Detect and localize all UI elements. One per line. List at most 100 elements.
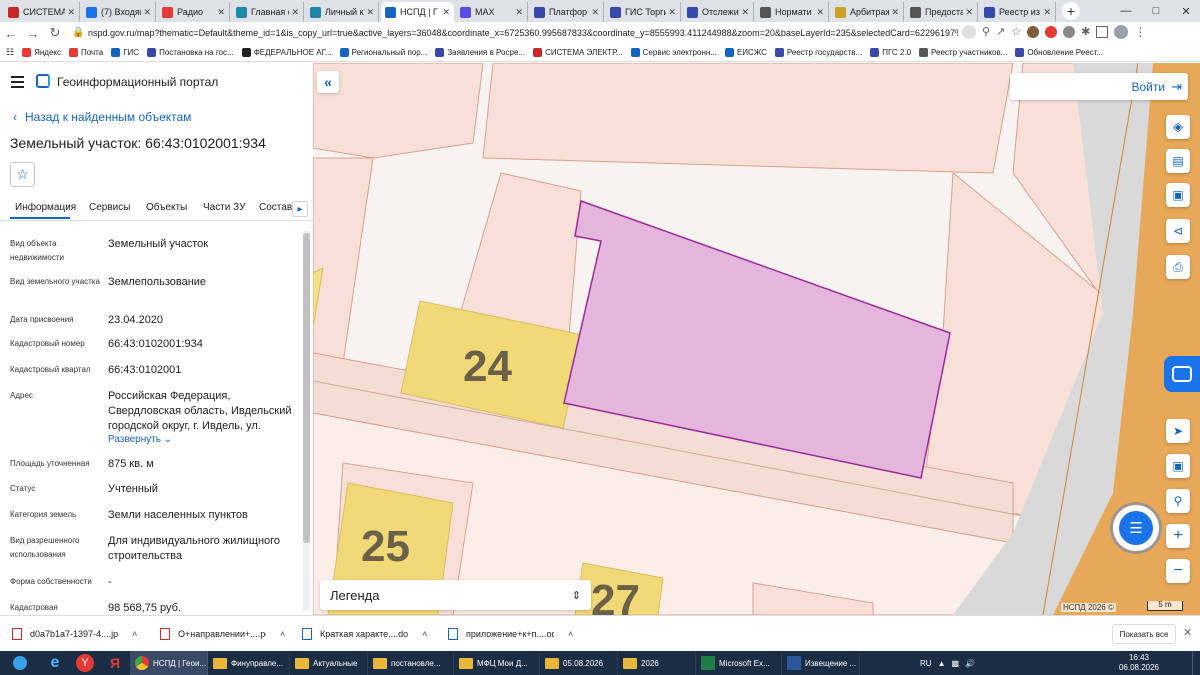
- collapse-panel-button[interactable]: «: [317, 71, 339, 93]
- minimize-button[interactable]: —: [1112, 0, 1140, 22]
- search-location-button[interactable]: ⚲: [1166, 489, 1190, 513]
- yandex-icon[interactable]: Y: [70, 654, 100, 672]
- close-tab-icon[interactable]: ✕: [291, 7, 299, 18]
- taskbar-app[interactable]: Microsoft Ex...: [696, 651, 782, 675]
- ie-icon[interactable]: e: [40, 654, 70, 672]
- browser-tab[interactable]: Арбитраж ✕: [831, 2, 904, 22]
- browser-tab[interactable]: (7) Входящ✕: [82, 2, 156, 22]
- share-button[interactable]: ⊲: [1166, 219, 1190, 243]
- bookmark-item[interactable]: Почта: [68, 48, 103, 57]
- download-options-icon[interactable]: ˄: [422, 629, 427, 639]
- bookmark-item[interactable]: Сервис электронн...: [630, 48, 717, 57]
- browser-tab[interactable]: Личный к ✕: [306, 2, 379, 22]
- info-tab[interactable]: Части ЗУ: [203, 202, 245, 213]
- favorite-star-button[interactable]: ☆: [10, 162, 35, 187]
- bookmark-item[interactable]: Реестр участников...: [919, 48, 1007, 57]
- close-tab-icon[interactable]: ✕: [442, 7, 450, 18]
- tabs-scroll-right-button[interactable]: ▸: [292, 201, 308, 217]
- show-desktop-button[interactable]: [1192, 651, 1200, 675]
- extensions-puzzle-icon[interactable]: ✱: [1081, 25, 1090, 39]
- taskbar-app[interactable]: 05.08.2026: [540, 651, 618, 675]
- bookmark-star-icon[interactable]: ☆: [1011, 25, 1021, 39]
- start-button[interactable]: [0, 651, 40, 675]
- close-tab-icon[interactable]: ✕: [515, 7, 523, 18]
- close-tab-icon[interactable]: ✕: [591, 7, 599, 18]
- close-window-button[interactable]: ✕: [1172, 0, 1200, 22]
- download-options-icon[interactable]: ˄: [568, 629, 573, 639]
- select-area-button[interactable]: ▣: [1166, 183, 1190, 207]
- expand-address-link[interactable]: Развернуть ⌄: [108, 434, 172, 445]
- bookmark-item[interactable]: Обновление Реест...: [1015, 48, 1103, 57]
- browser-tab[interactable]: Нормати ✕: [756, 2, 829, 22]
- bookmark-item[interactable]: Постановка на гос...: [147, 48, 234, 57]
- close-tab-icon[interactable]: ✕: [741, 7, 749, 18]
- close-downloads-icon[interactable]: ✕: [1183, 626, 1192, 639]
- bookmark-item[interactable]: ГИС: [111, 48, 139, 57]
- browser-tab[interactable]: Радио ✕: [158, 2, 230, 22]
- new-tab-button[interactable]: +: [1062, 2, 1080, 20]
- download-options-icon[interactable]: ˄: [280, 629, 285, 639]
- download-item[interactable]: Краткая характе....doc ˄: [302, 624, 427, 644]
- close-tab-icon[interactable]: ✕: [366, 7, 374, 18]
- map-view[interactable]: 24 25 27 « Войти ⇥ ◈ ▤ ▣ ⊲ ⎙ ➤ ▣ ⚲ + − ☰…: [313, 63, 1200, 615]
- forward-icon[interactable]: →: [22, 26, 44, 41]
- download-item[interactable]: d0a7b1a7-1397-4....jpg ˄: [12, 624, 137, 644]
- info-tab[interactable]: Информация: [15, 202, 76, 213]
- close-tab-icon[interactable]: ✕: [143, 7, 151, 18]
- legend-dropdown[interactable]: Легенда ⇕: [320, 580, 591, 610]
- extension-3-icon[interactable]: [1045, 26, 1058, 38]
- yandex-browser-icon[interactable]: Я: [100, 655, 130, 671]
- clock[interactable]: 16:43 06.08.2026: [1114, 653, 1164, 673]
- close-tab-icon[interactable]: ✕: [67, 7, 75, 18]
- basemap-button[interactable]: ▣: [1166, 454, 1190, 478]
- side-panel-icon[interactable]: [1096, 26, 1109, 38]
- browser-tab[interactable]: Реестр из ✕: [980, 2, 1056, 22]
- extension-icon[interactable]: [962, 25, 976, 39]
- browser-tab[interactable]: Отслежив ✕: [683, 2, 754, 22]
- network-icon[interactable]: ▩: [951, 659, 959, 668]
- close-tab-icon[interactable]: ✕: [965, 7, 973, 18]
- close-tab-icon[interactable]: ✕: [217, 7, 225, 18]
- layers-button[interactable]: ◈: [1166, 115, 1190, 139]
- zoom-in-button[interactable]: +: [1166, 524, 1190, 548]
- maximize-button[interactable]: □: [1142, 0, 1170, 22]
- bookmark-item[interactable]: ФЕДЕРАЛЬНОЕ АГ...: [241, 48, 332, 57]
- zoom-icon[interactable]: ⚲: [982, 25, 990, 39]
- my-location-button[interactable]: ➤: [1166, 419, 1190, 443]
- bookmark-item[interactable]: Реестр государств...: [774, 48, 862, 57]
- ruler-button[interactable]: ▤: [1166, 149, 1190, 173]
- browser-tab[interactable]: Предоста ✕: [906, 2, 978, 22]
- browser-tab[interactable]: НСПД | Г ✕: [381, 2, 454, 22]
- login-button[interactable]: Войти ⇥: [1010, 73, 1188, 100]
- bookmark-item[interactable]: ПГС 2.0: [870, 48, 911, 57]
- close-tab-icon[interactable]: ✕: [891, 7, 899, 18]
- back-to-results-link[interactable]: ‹ Назад к найденным объектам: [13, 110, 191, 124]
- panel-scrollbar[interactable]: [303, 231, 310, 611]
- bookmark-item[interactable]: Яндекс: [22, 48, 61, 57]
- bookmark-item[interactable]: СИСТЕМА ЭЛЕКТР...: [533, 48, 623, 57]
- tray-arrow-icon[interactable]: ▲: [938, 659, 946, 668]
- browser-tab[interactable]: Платфор ✕: [530, 2, 604, 22]
- gosuslugi-widget-button[interactable]: [1164, 356, 1200, 392]
- zoom-out-button[interactable]: −: [1166, 559, 1190, 583]
- download-item[interactable]: О+направлении+....pdf ˄: [160, 624, 285, 644]
- volume-icon[interactable]: 🔊: [965, 659, 975, 668]
- taskbar-app[interactable]: МФЦ Мои Д...: [454, 651, 540, 675]
- taskbar-app[interactable]: Извещение ...: [782, 651, 860, 675]
- show-all-downloads-button[interactable]: Показать все: [1112, 624, 1176, 644]
- print-button[interactable]: ⎙: [1166, 255, 1190, 279]
- language-indicator[interactable]: RU: [920, 659, 932, 668]
- hamburger-menu-icon[interactable]: [11, 76, 24, 88]
- extension-4-icon[interactable]: [1063, 26, 1076, 38]
- taskbar-app[interactable]: 2026: [618, 651, 696, 675]
- scrollbar-thumb[interactable]: [303, 233, 310, 543]
- taskbar-app[interactable]: Актуальные: [290, 651, 368, 675]
- close-tab-icon[interactable]: ✕: [668, 7, 676, 18]
- profile-avatar[interactable]: [1114, 25, 1129, 39]
- taskbar-app[interactable]: НСПД | Геои...: [130, 651, 208, 675]
- apps-grid-icon[interactable]: ☷: [6, 47, 14, 58]
- browser-tab[interactable]: MAX ✕: [456, 2, 528, 22]
- reload-icon[interactable]: ↻: [44, 25, 66, 41]
- taskbar-app[interactable]: постановле...: [368, 651, 454, 675]
- download-item[interactable]: приложение+к+п....odt ˄: [448, 624, 573, 644]
